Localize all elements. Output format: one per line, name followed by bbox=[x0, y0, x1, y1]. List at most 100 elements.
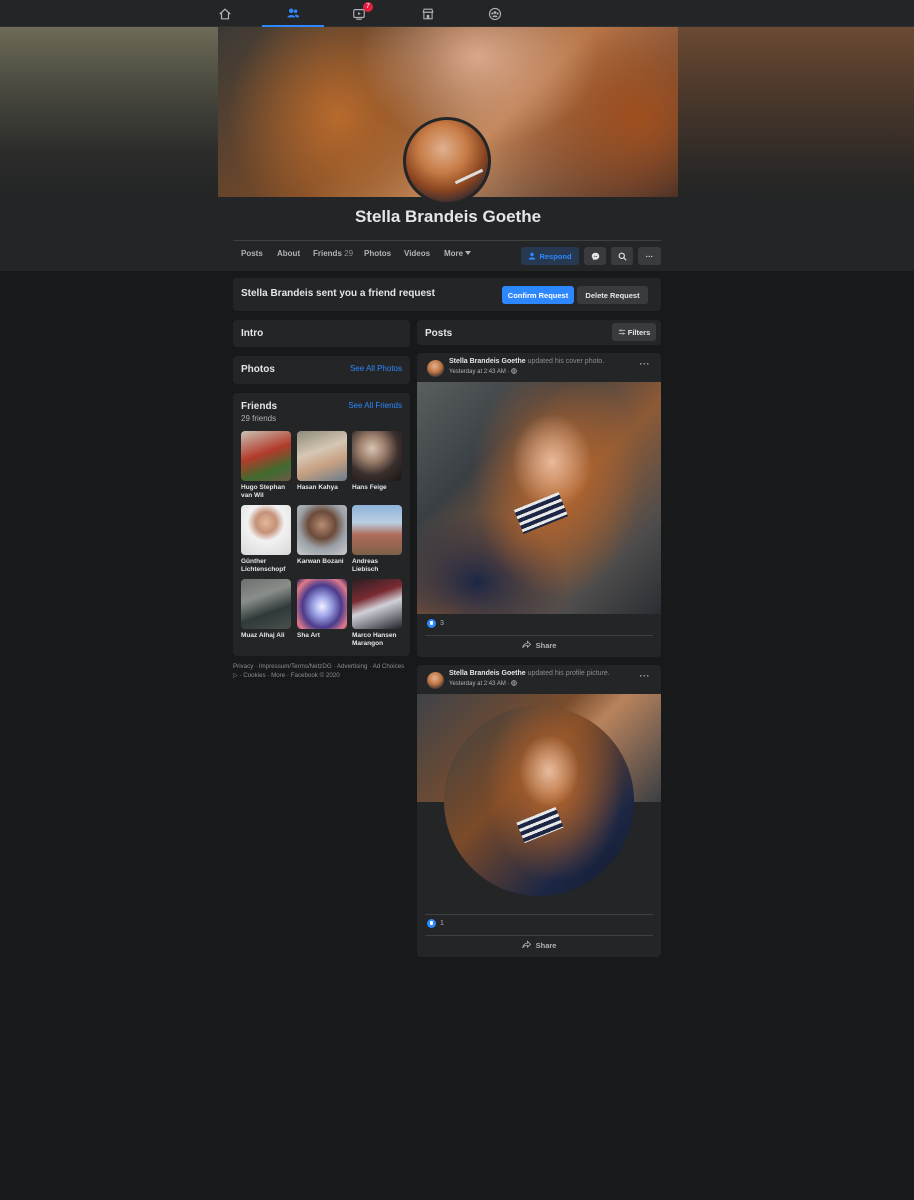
friend-photo[interactable] bbox=[297, 579, 347, 629]
tab-posts[interactable]: Posts bbox=[241, 249, 263, 258]
like-icon bbox=[427, 619, 436, 628]
post-header-text: Stella Brandeis Goethe updated his profi… bbox=[449, 670, 610, 677]
friends-card: Friends 29 friends See All Friends Hugo … bbox=[233, 393, 410, 656]
globe-icon bbox=[511, 368, 517, 374]
post-timestamp[interactable]: Yesterday at 2:43 AM · bbox=[449, 680, 517, 687]
friend-name[interactable]: Hugo Stephan van Wil bbox=[241, 484, 291, 500]
post-image[interactable] bbox=[417, 382, 661, 614]
friend-photo[interactable] bbox=[241, 579, 291, 629]
friend-photo[interactable] bbox=[297, 505, 347, 555]
share-icon bbox=[521, 640, 531, 649]
friend-item[interactable]: Hasan Kahya bbox=[297, 431, 347, 492]
friend-photo[interactable] bbox=[297, 431, 347, 481]
tab-videos[interactable]: Videos bbox=[404, 249, 430, 258]
friend-item[interactable]: Günther Lichtenschopf bbox=[241, 505, 291, 574]
filters-icon bbox=[618, 329, 625, 335]
groups-icon bbox=[488, 7, 502, 20]
reaction-count: 3 bbox=[440, 620, 444, 627]
respond-label: Respond bbox=[539, 251, 572, 261]
footer-links-secondary[interactable]: ▷ · Cookies · More · Facebook © 2020 bbox=[233, 672, 413, 681]
post-options-button[interactable]: ··· bbox=[640, 671, 651, 681]
reaction-summary[interactable]: 3 bbox=[427, 619, 444, 628]
share-label: Share bbox=[535, 941, 557, 950]
friend-name[interactable]: Muaz Alhaj Ali bbox=[241, 632, 291, 640]
cover-photo-backdrop-left bbox=[0, 27, 218, 197]
friend-photo[interactable] bbox=[352, 431, 402, 481]
friend-item[interactable]: Muaz Alhaj Ali bbox=[241, 579, 291, 640]
avatar[interactable] bbox=[427, 672, 444, 689]
nav-tab-watch[interactable]: 7 bbox=[328, 0, 390, 27]
avatar[interactable] bbox=[427, 360, 444, 377]
friend-photo[interactable] bbox=[352, 505, 402, 555]
tab-photos[interactable]: Photos bbox=[364, 249, 391, 258]
tab-friends-count: 29 bbox=[344, 249, 354, 258]
profile-name: Stella Brandeis Goethe bbox=[354, 207, 542, 226]
friend-name[interactable]: Karwan Bozani bbox=[297, 558, 347, 566]
post-image[interactable] bbox=[417, 694, 661, 914]
filters-button[interactable]: Filters bbox=[612, 323, 656, 341]
reaction-summary[interactable]: 1 bbox=[427, 919, 444, 928]
friend-item[interactable]: Sha Art bbox=[297, 579, 347, 640]
friend-item[interactable]: Hans Feige bbox=[352, 431, 402, 492]
tab-friends-label: Friends bbox=[313, 249, 342, 258]
post-author[interactable]: Stella Brandeis Goethe bbox=[449, 670, 526, 677]
friend-name[interactable]: Sha Art bbox=[297, 632, 347, 640]
nav-tab-marketplace[interactable] bbox=[397, 0, 459, 27]
friend-name[interactable]: Hasan Kahya bbox=[297, 484, 347, 492]
post-author[interactable]: Stella Brandeis Goethe bbox=[449, 358, 526, 365]
friends-title: Friends bbox=[241, 401, 278, 412]
intro-title: Intro bbox=[241, 328, 264, 339]
page-footer: Privacy · Impressum/Terms/NetzDG · Adver… bbox=[233, 663, 413, 680]
respond-button[interactable]: Respond bbox=[521, 247, 579, 265]
nav-tab-groups[interactable] bbox=[464, 0, 526, 27]
friend-name[interactable]: Günther Lichtenschopf bbox=[241, 558, 291, 574]
nav-tab-home[interactable] bbox=[194, 0, 256, 27]
delete-request-button[interactable]: Delete Request bbox=[577, 286, 648, 304]
friend-photo[interactable] bbox=[352, 579, 402, 629]
friend-item[interactable]: Hugo Stephan van Wil bbox=[241, 431, 291, 500]
nav-tab-friends[interactable] bbox=[262, 0, 324, 27]
friend-photo[interactable] bbox=[241, 431, 291, 481]
friend-item[interactable]: Marco Hansen Marangon bbox=[352, 579, 402, 648]
friends-count: 29 friends bbox=[241, 414, 277, 423]
see-all-photos-link[interactable]: See All Photos bbox=[350, 364, 402, 373]
friend-item[interactable]: Karwan Bozani bbox=[297, 505, 347, 566]
tab-friends[interactable]: Friends 29 bbox=[313, 249, 353, 258]
cover-photo-backdrop-right bbox=[678, 27, 914, 197]
post-action: updated his cover photo. bbox=[527, 358, 605, 365]
see-all-friends-link[interactable]: See All Friends bbox=[348, 401, 402, 410]
divider bbox=[425, 935, 653, 936]
profile-picture[interactable] bbox=[403, 117, 491, 205]
globe-icon bbox=[511, 680, 517, 686]
more-options-button[interactable]: ··· bbox=[638, 247, 661, 265]
search-icon bbox=[618, 252, 627, 261]
share-button[interactable]: Share bbox=[417, 940, 661, 950]
friend-request-card: Stella Brandeis sent you a friend reques… bbox=[233, 278, 661, 311]
posts-title: Posts bbox=[425, 328, 453, 339]
friend-item[interactable]: Andreas Liebisch bbox=[352, 505, 402, 574]
post-options-button[interactable]: ··· bbox=[640, 359, 651, 369]
messenger-button[interactable] bbox=[584, 247, 606, 265]
friend-photo[interactable] bbox=[241, 505, 291, 555]
post-image-profile-picture bbox=[444, 706, 634, 896]
share-button[interactable]: Share bbox=[417, 640, 661, 650]
post-header-text: Stella Brandeis Goethe updated his cover… bbox=[449, 358, 604, 365]
confirm-request-button[interactable]: Confirm Request bbox=[502, 286, 574, 304]
divider bbox=[425, 914, 653, 915]
profile-tabs: Posts About Friends 29 Photos Videos Mor… bbox=[233, 240, 661, 271]
filters-label: Filters bbox=[627, 327, 651, 337]
search-button[interactable] bbox=[611, 247, 633, 265]
friend-name[interactable]: Marco Hansen Marangon bbox=[352, 632, 402, 648]
divider bbox=[425, 635, 653, 636]
home-icon bbox=[219, 7, 231, 19]
friend-name[interactable]: Andreas Liebisch bbox=[352, 558, 402, 574]
notification-badge: 7 bbox=[363, 2, 373, 12]
chevron-down-icon bbox=[465, 251, 472, 255]
friend-name[interactable]: Hans Feige bbox=[352, 484, 402, 492]
tab-more-label: More bbox=[444, 249, 464, 258]
tab-about[interactable]: About bbox=[277, 249, 300, 258]
footer-links[interactable]: Privacy · Impressum/Terms/NetzDG · Adver… bbox=[233, 663, 413, 672]
posts-header: Posts Filters bbox=[417, 320, 661, 345]
post-timestamp[interactable]: Yesterday at 2:43 AM · bbox=[449, 368, 517, 375]
tab-more[interactable]: More bbox=[444, 249, 472, 258]
